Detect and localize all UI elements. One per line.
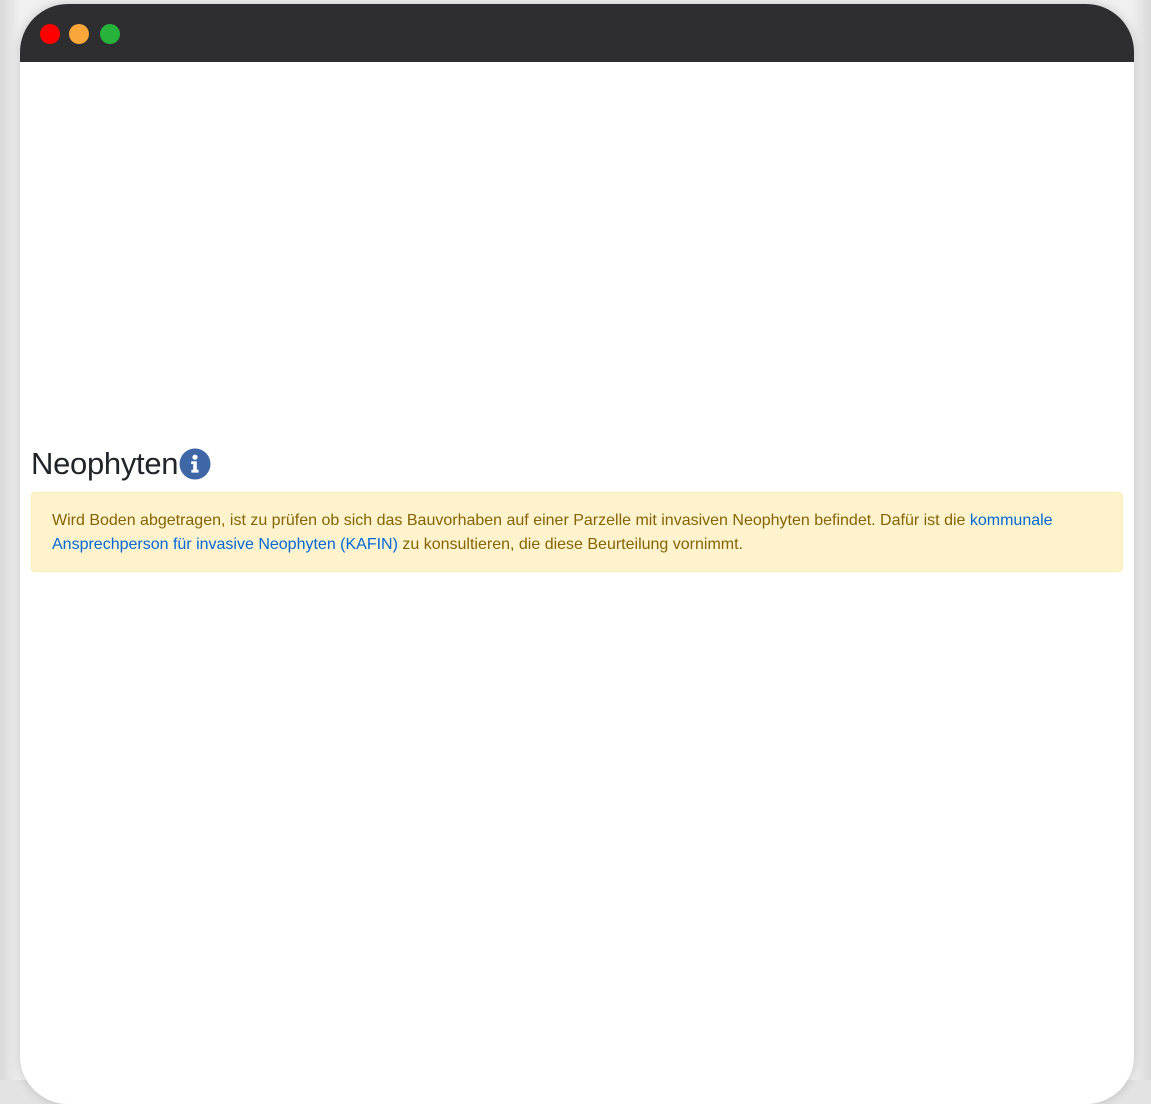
maximize-window-button[interactable] [100, 24, 120, 44]
page-content: Neophyten Wird Boden abgetragen, ist zu … [31, 444, 1123, 572]
browser-window: Neophyten Wird Boden abgetragen, ist zu … [20, 4, 1134, 1104]
window-titlebar [20, 4, 1134, 62]
minimize-window-button[interactable] [69, 24, 89, 44]
neophyten-warning-alert: Wird Boden abgetragen, ist zu prüfen ob … [31, 492, 1123, 572]
close-window-button[interactable] [40, 24, 60, 44]
alert-text-before: Wird Boden abgetragen, ist zu prüfen ob … [52, 512, 970, 529]
section-title: Neophyten [31, 446, 179, 481]
section-header: Neophyten [31, 444, 1123, 484]
alert-text-after: zu konsultieren, die diese Beurteilung v… [397, 536, 743, 553]
info-circle-icon[interactable] [179, 448, 211, 480]
